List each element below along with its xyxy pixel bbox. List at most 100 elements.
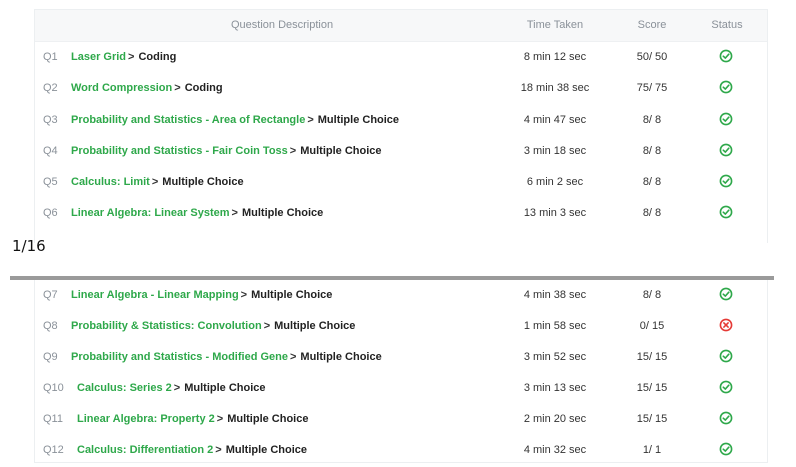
table-row: Q1 Laser Grid > Coding 8 min 12 sec 50/ 50 xyxy=(35,42,767,73)
table-row: Q2 Word Compression > Coding 18 min 38 sec 75… xyxy=(35,73,767,104)
question-number: Q7 xyxy=(43,289,58,301)
results-table-bottom: Q7 Linear Algebra - Linear Mapping > Multip… xyxy=(34,280,768,463)
check-circle-icon xyxy=(719,206,733,219)
score-value: 15/ 15 xyxy=(636,351,668,363)
breadcrumb-separator: > xyxy=(151,176,159,189)
breadcrumb-separator: > xyxy=(289,351,297,363)
table-row: Q3 Probability and Statistics - Area of R… xyxy=(35,105,767,136)
question-description: Calculus: Limit > Multiple Choice xyxy=(71,176,244,188)
page-indicator: 1/16 xyxy=(12,237,46,255)
question-type: Multiple Choice xyxy=(241,207,324,220)
question-number: Q3 xyxy=(43,113,58,126)
table-row: Q6 Linear Algebra: Linear System > Multiple… xyxy=(35,198,767,229)
breadcrumb-separator: > xyxy=(263,320,271,332)
question-type: Multiple Choice xyxy=(184,382,266,394)
time-taken: 1 min 58 sec xyxy=(523,320,587,332)
question-topic-link[interactable]: Word Compression xyxy=(71,82,172,94)
question-description: Calculus: Series 2 > Multiple Choice xyxy=(77,382,266,394)
time-taken: 8 min 12 sec xyxy=(523,51,587,63)
breadcrumb-separator: > xyxy=(216,413,224,425)
score-value: 1/ 1 xyxy=(642,444,662,456)
time-taken: 13 min 3 sec xyxy=(523,207,587,220)
breadcrumb-separator: > xyxy=(240,289,248,301)
question-topic-link[interactable]: Linear Algebra: Linear System xyxy=(71,207,230,219)
question-type: Multiple Choice xyxy=(225,444,308,456)
question-topic-link[interactable]: Calculus: Differentiation 2 xyxy=(77,444,213,456)
question-number: Q9 xyxy=(43,351,58,363)
table-header: Question Description Time Taken Score St… xyxy=(35,10,767,42)
time-taken: 3 min 18 sec xyxy=(523,144,587,157)
header-score: Score xyxy=(637,19,667,31)
check-circle-icon xyxy=(719,112,733,125)
time-taken: 4 min 47 sec xyxy=(523,113,587,126)
breadcrumb-separator: > xyxy=(173,382,181,394)
header-time: Time Taken xyxy=(526,19,584,31)
breadcrumb-separator: > xyxy=(231,207,238,220)
table-row: Q7 Linear Algebra - Linear Mapping > Multip… xyxy=(35,280,767,311)
question-type: Multiple Choice xyxy=(227,413,309,425)
time-taken: 3 min 13 sec xyxy=(523,382,587,394)
time-taken: 4 min 38 sec xyxy=(523,289,587,301)
score-value: 8/ 8 xyxy=(642,113,662,126)
table-row: Q4 Probability and Statistics - Fair Coin… xyxy=(35,136,767,167)
breadcrumb-separator: > xyxy=(289,144,297,157)
question-type: Multiple Choice xyxy=(317,113,400,126)
check-circle-icon xyxy=(719,380,733,394)
question-topic-link[interactable]: Calculus: Limit xyxy=(71,176,150,188)
check-circle-icon xyxy=(719,411,733,425)
time-taken: 2 min 20 sec xyxy=(523,413,587,425)
question-description: Probability and Statistics - Fair Coin T… xyxy=(71,145,382,157)
check-circle-icon xyxy=(719,349,733,363)
question-description: Linear Algebra: Property 2 > Multiple Choi… xyxy=(77,413,308,425)
check-circle-icon xyxy=(719,287,733,301)
table-row: Q9 Probability and Statistics - Modified … xyxy=(35,342,767,373)
breadcrumb-separator: > xyxy=(128,51,135,63)
question-description: Word Compression > Coding xyxy=(71,82,223,94)
score-value: 0/ 15 xyxy=(639,320,665,332)
score-value: 8/ 8 xyxy=(642,289,662,301)
header-description: Question Description xyxy=(231,19,334,31)
breadcrumb-separator: > xyxy=(174,82,181,95)
question-type: Coding xyxy=(138,51,177,63)
check-circle-icon xyxy=(719,143,733,157)
check-circle-icon xyxy=(719,174,733,188)
breadcrumb-separator: > xyxy=(215,444,222,456)
question-description: Linear Algebra: Linear System > Multiple C… xyxy=(71,207,323,219)
question-description: Probability and Statistics - Area of Rec… xyxy=(71,114,399,126)
question-description: Linear Algebra - Linear Mapping > Multiple… xyxy=(71,289,332,301)
cross-circle-icon xyxy=(719,318,733,332)
question-number: Q8 xyxy=(43,320,58,332)
time-taken: 6 min 2 sec xyxy=(526,176,584,189)
question-description: Probability & Statistics: Convolution > Mu… xyxy=(71,320,355,332)
question-description: Laser Grid > Coding xyxy=(71,51,176,63)
question-topic-link[interactable]: Probability and Statistics - Area of Rec… xyxy=(71,114,305,126)
check-circle-icon xyxy=(719,49,733,63)
question-type: Multiple Choice xyxy=(162,176,244,189)
question-topic-link[interactable]: Calculus: Series 2 xyxy=(77,382,172,394)
question-description: Probability and Statistics - Modified Ge… xyxy=(71,351,382,363)
table-row: Q10 Calculus: Series 2 > Multiple Choice 3 m… xyxy=(35,373,767,404)
table-row: Q11 Linear Algebra: Property 2 > Multiple C… xyxy=(35,404,767,435)
question-number: Q1 xyxy=(43,51,58,63)
score-value: 15/ 15 xyxy=(636,413,668,425)
question-topic-link[interactable]: Probability and Statistics - Fair Coin T… xyxy=(71,145,288,157)
question-type: Multiple Choice xyxy=(300,144,382,157)
question-number: Q4 xyxy=(43,144,58,157)
question-topic-link[interactable]: Probability & Statistics: Convolution xyxy=(71,320,262,332)
score-value: 8/ 8 xyxy=(642,207,662,220)
question-topic-link[interactable]: Probability and Statistics - Modified Ge… xyxy=(71,351,288,363)
time-taken: 18 min 38 sec xyxy=(520,82,590,95)
score-value: 8/ 8 xyxy=(642,176,662,189)
question-topic-link[interactable]: Laser Grid xyxy=(71,51,126,63)
table-row: Q8 Probability & Statistics: Convolution >… xyxy=(35,311,767,342)
table-body-bottom: Q7 Linear Algebra - Linear Mapping > Multip… xyxy=(35,280,767,466)
check-circle-icon xyxy=(719,442,733,456)
question-number: Q6 xyxy=(43,207,58,220)
header-status: Status xyxy=(711,19,743,31)
score-value: 8/ 8 xyxy=(642,144,662,157)
question-description: Calculus: Differentiation 2 > Multiple Cho… xyxy=(77,444,307,456)
question-topic-link[interactable]: Linear Algebra: Property 2 xyxy=(77,413,215,425)
question-topic-link[interactable]: Linear Algebra - Linear Mapping xyxy=(71,289,239,301)
time-taken: 3 min 52 sec xyxy=(523,351,587,363)
question-number: Q10 xyxy=(43,382,64,394)
